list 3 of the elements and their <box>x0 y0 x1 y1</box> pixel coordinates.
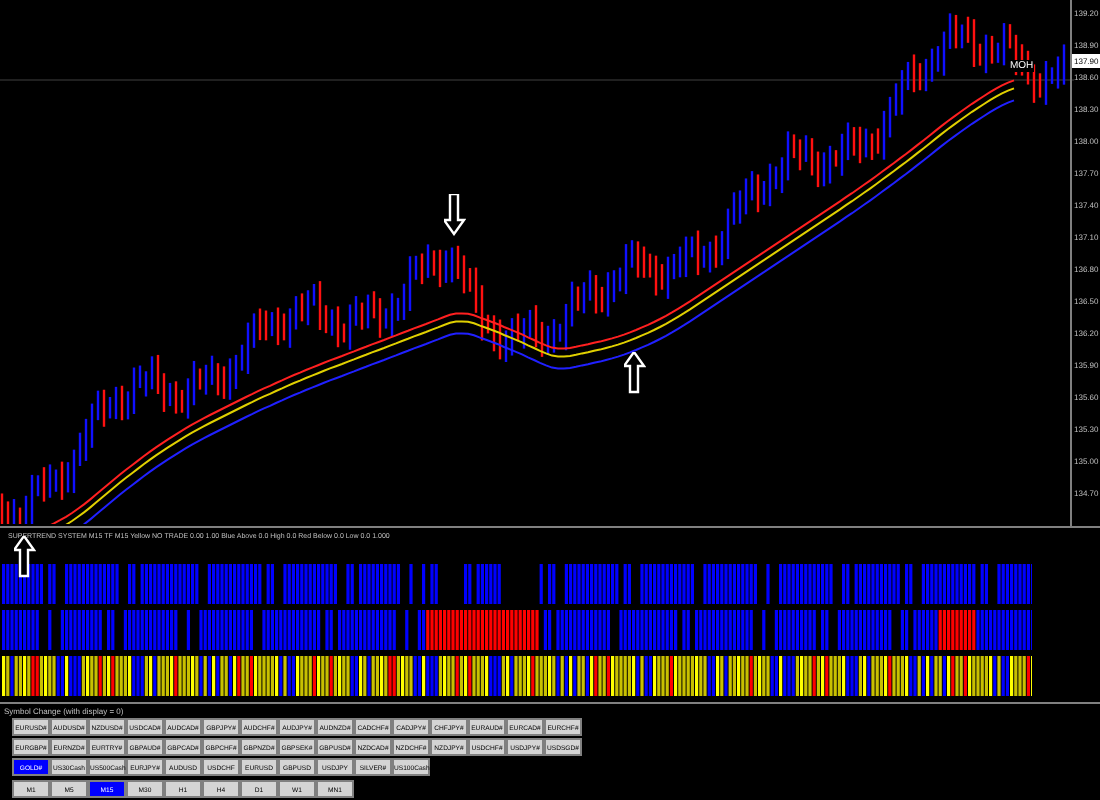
up-arrow-icon <box>14 536 36 578</box>
down-arrow-icon <box>444 194 466 236</box>
up-arrow-icon <box>624 352 646 394</box>
